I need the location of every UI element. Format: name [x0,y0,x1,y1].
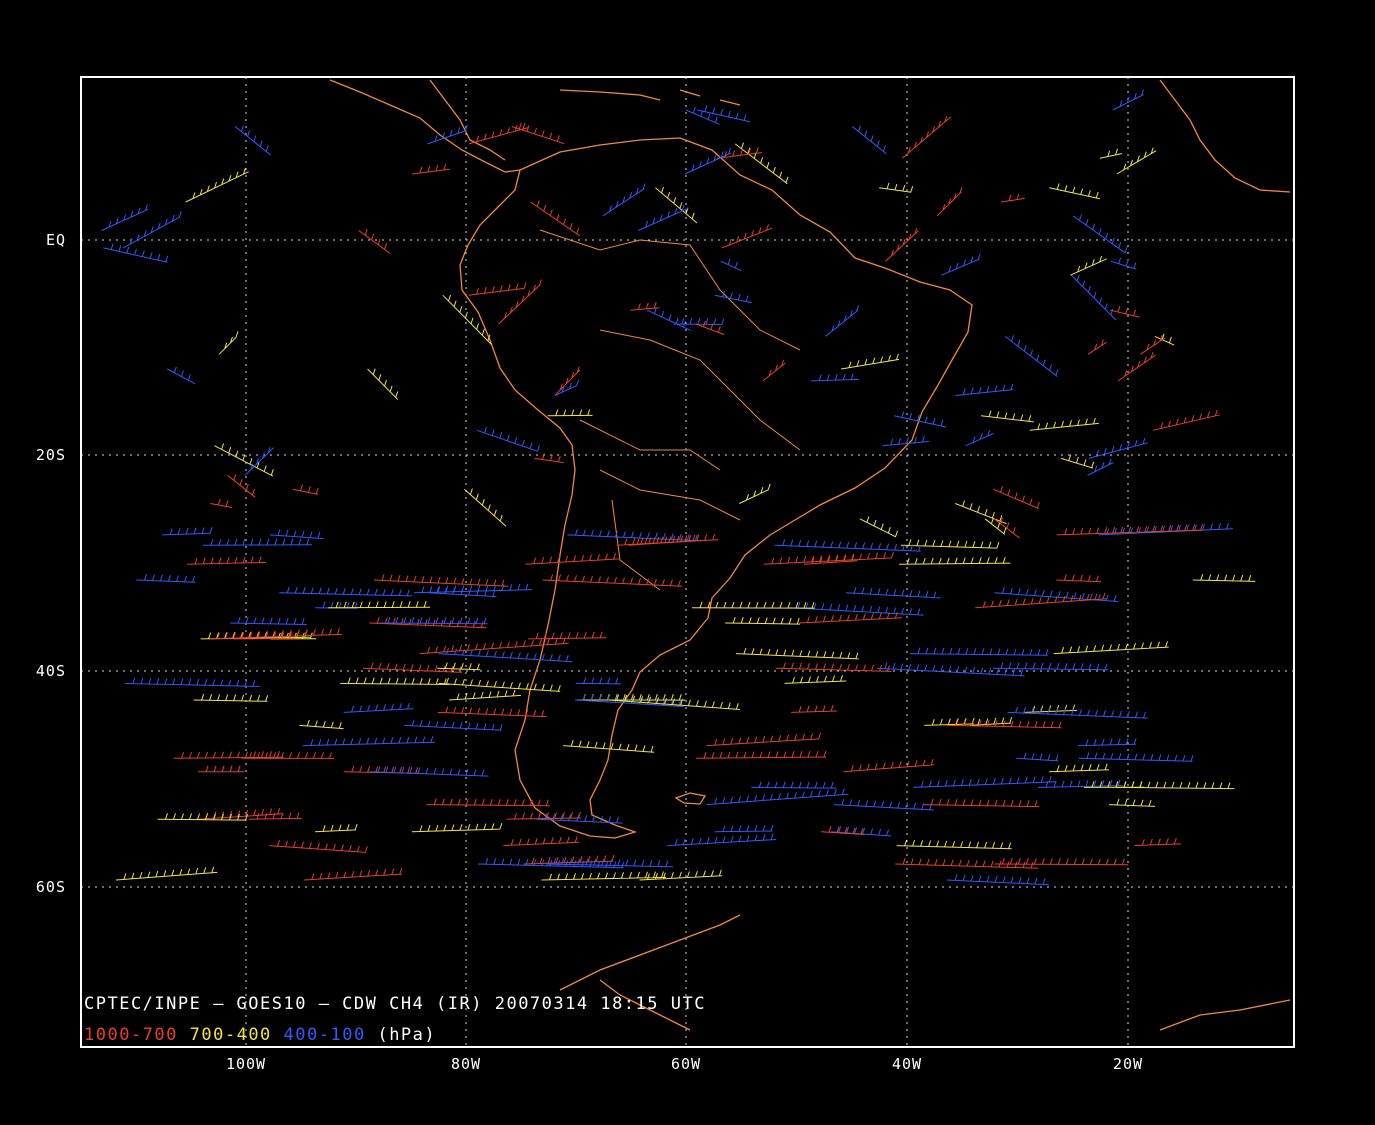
legend-item-low: 1000-700 [84,1025,178,1045]
pressure-legend: 1000-700 700-400 400-100 (hPa) [84,1025,436,1045]
legend-item-mid: 700-400 [190,1025,272,1045]
lon-tick-20w: 20W [1113,1055,1143,1073]
lat-tick-20s: 20S [36,446,66,464]
map-caption: CPTEC/INPE — GOES10 — CDW CH4 (IR) 20070… [84,994,706,1014]
legend-unit: (hPa) [377,1025,436,1045]
lat-tick-60s: 60S [36,878,66,896]
wind-map-figure: 100W 80W 60W 40W 20W EQ 20S 40S 60S CPTE… [0,0,1375,1125]
legend-item-high: 400-100 [284,1025,366,1045]
map-background [0,0,1375,1125]
lon-tick-40w: 40W [892,1055,922,1073]
lon-tick-60w: 60W [671,1055,701,1073]
lon-tick-100w: 100W [226,1055,266,1073]
lat-tick-eq: EQ [46,231,66,249]
lon-tick-80w: 80W [451,1055,481,1073]
lat-tick-40s: 40S [36,662,66,680]
